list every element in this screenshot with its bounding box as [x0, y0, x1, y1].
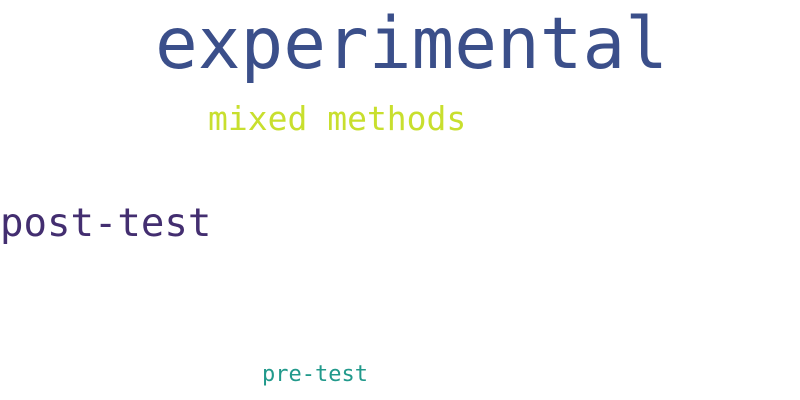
word-mixed-methods: mixed methods	[208, 99, 467, 138]
word-experimental: experimental	[155, 2, 668, 85]
word-post-test: post-test	[0, 201, 212, 246]
word-pre-test: pre-test	[262, 362, 368, 387]
